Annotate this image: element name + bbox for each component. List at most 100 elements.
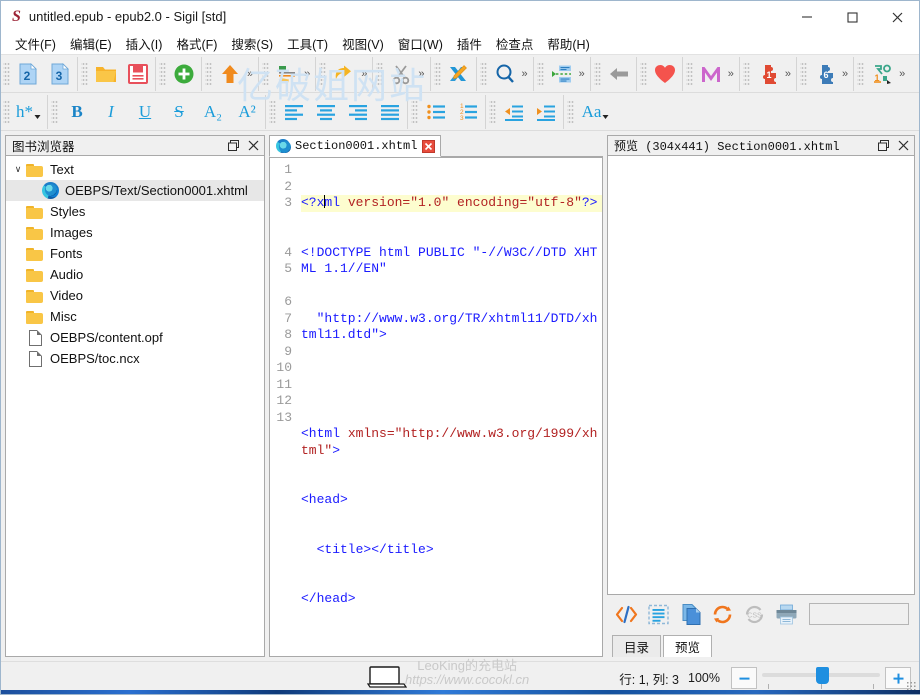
menu-help[interactable]: 帮助(H) <box>540 32 596 55</box>
tree-item-images[interactable]: Images <box>6 222 264 243</box>
menu-edit[interactable]: 编辑(E) <box>63 32 119 55</box>
menu-view[interactable]: 视图(V) <box>335 32 391 55</box>
undock-icon[interactable] <box>224 137 242 154</box>
upload-button[interactable] <box>214 58 246 90</box>
toolbar-grip[interactable] <box>536 60 544 87</box>
spellcheck-button[interactable] <box>443 58 475 90</box>
underline-button[interactable]: U <box>128 96 162 128</box>
plugin1-button[interactable]: 1 <box>752 58 784 90</box>
tree-item-section0001[interactable]: OEBPS/Text/Section0001.xhtml <box>6 180 264 201</box>
toolbar-grip[interactable] <box>262 60 270 87</box>
align-center-button[interactable] <box>310 96 342 128</box>
toolbar-grip[interactable] <box>51 98 58 125</box>
chevron-down-icon[interactable]: ∨ <box>10 164 26 175</box>
menu-format[interactable]: 格式(F) <box>169 32 224 55</box>
cut-button[interactable] <box>385 58 417 90</box>
undock-icon[interactable] <box>874 137 892 154</box>
chevron-overflow-icon[interactable]: » <box>841 58 852 90</box>
view-source-button[interactable] <box>611 599 641 629</box>
align-right-button[interactable] <box>342 96 374 128</box>
toolbar-grip[interactable] <box>159 60 166 87</box>
back-button[interactable] <box>603 58 635 90</box>
menu-plugins[interactable]: 插件 <box>450 32 489 55</box>
add-button[interactable] <box>168 58 200 90</box>
toolbar-grip[interactable] <box>319 60 327 87</box>
toolbar-grip[interactable] <box>800 60 807 87</box>
outdent-button[interactable] <box>498 96 530 128</box>
toolbar-grip[interactable] <box>593 60 601 87</box>
toolbar-grip[interactable] <box>742 60 750 87</box>
heading-dropdown[interactable]: h* <box>12 96 46 128</box>
menu-file[interactable]: 文件(F) <box>8 32 63 55</box>
tree-item-misc[interactable]: Misc <box>6 306 264 327</box>
find-button[interactable] <box>489 58 521 90</box>
toolbar-grip[interactable] <box>857 60 865 87</box>
numbered-list-button[interactable]: 1 2 3 <box>452 96 484 128</box>
reload-button[interactable] <box>707 599 737 629</box>
save-button[interactable] <box>122 58 154 90</box>
menu-search[interactable]: 搜索(S) <box>224 32 280 55</box>
tab-close-icon[interactable] <box>422 139 436 153</box>
indent-button[interactable] <box>530 96 562 128</box>
chevron-overflow-icon[interactable]: » <box>898 58 909 90</box>
toc-generate-button[interactable] <box>546 58 578 90</box>
bold-button[interactable]: B <box>60 96 94 128</box>
close-icon[interactable] <box>894 137 912 154</box>
print-button[interactable] <box>771 599 801 629</box>
undo-button[interactable] <box>328 58 360 90</box>
plugin-tool-button[interactable]: 1 <box>866 58 898 90</box>
menu-window[interactable]: 窗口(W) <box>391 32 450 55</box>
strikethrough-button[interactable]: S <box>162 96 196 128</box>
align-justify-button[interactable] <box>374 96 406 128</box>
toolbar-grip[interactable] <box>567 98 574 125</box>
menu-insert[interactable]: 插入(I) <box>119 32 170 55</box>
toolbar-grip[interactable] <box>433 60 441 87</box>
tab-preview[interactable]: 预览 <box>663 635 713 657</box>
minimize-button[interactable] <box>784 1 829 32</box>
zoom-out-button[interactable] <box>731 667 757 689</box>
code-area[interactable]: 1 2 3 4 5 6 7 8 9 10 11 12 13 <?xml vers… <box>269 158 603 657</box>
toolbar-grip[interactable] <box>411 98 418 125</box>
tree-item-video[interactable]: Video <box>6 285 264 306</box>
toolbar-grip[interactable] <box>3 60 10 87</box>
zoom-slider[interactable] <box>762 666 880 690</box>
align-left-button[interactable] <box>278 96 310 128</box>
copy-button[interactable] <box>675 599 705 629</box>
mendeley-button[interactable] <box>695 58 727 90</box>
tree-item-fonts[interactable]: Fonts <box>6 243 264 264</box>
close-button[interactable] <box>874 1 919 32</box>
chevron-overflow-icon[interactable]: » <box>360 58 371 90</box>
toolbar-grip[interactable] <box>639 60 647 87</box>
toolbar-grip[interactable] <box>489 98 496 125</box>
chevron-overflow-icon[interactable]: » <box>417 58 428 90</box>
menu-tools[interactable]: 工具(T) <box>280 32 335 55</box>
bullet-list-button[interactable] <box>420 96 452 128</box>
chevron-overflow-icon[interactable]: » <box>521 58 532 90</box>
superscript-button[interactable]: A² <box>230 96 264 128</box>
tree-item-content-opf[interactable]: OEBPS/content.opf <box>6 327 264 348</box>
select-all-button[interactable] <box>643 599 673 629</box>
heart-button[interactable] <box>649 58 681 90</box>
close-icon[interactable] <box>244 137 262 154</box>
toolbar-grip[interactable] <box>205 60 212 87</box>
chevron-overflow-icon[interactable]: » <box>784 58 795 90</box>
toolbar-grip[interactable] <box>376 60 384 87</box>
chevron-overflow-icon[interactable]: » <box>303 58 314 90</box>
casing-dropdown[interactable]: Aa <box>576 96 616 128</box>
metadata-button[interactable] <box>271 58 303 90</box>
toolbar-grip[interactable] <box>479 60 487 87</box>
code-text[interactable]: <?xml version="1.0" encoding="utf-8"?> <… <box>296 158 602 656</box>
chevron-overflow-icon[interactable]: » <box>727 58 738 90</box>
book-browser-tree[interactable]: ∨ Text OEBPS/Text/Section0001.xhtml Styl… <box>5 156 265 657</box>
menu-checkpoint[interactable]: 检查点 <box>489 32 541 55</box>
zoom-slider-thumb[interactable] <box>816 667 829 684</box>
toolbar-grip[interactable] <box>685 60 693 87</box>
toolbar-grip[interactable] <box>269 98 276 125</box>
open-button[interactable] <box>90 58 122 90</box>
subscript-button[interactable]: A₂ <box>196 96 230 128</box>
tree-item-toc-ncx[interactable]: OEBPS/toc.ncx <box>6 348 264 369</box>
italic-button[interactable]: I <box>94 96 128 128</box>
epub3-button[interactable]: 3 <box>44 58 76 90</box>
tree-item-audio[interactable]: Audio <box>6 264 264 285</box>
maximize-button[interactable] <box>829 1 874 32</box>
